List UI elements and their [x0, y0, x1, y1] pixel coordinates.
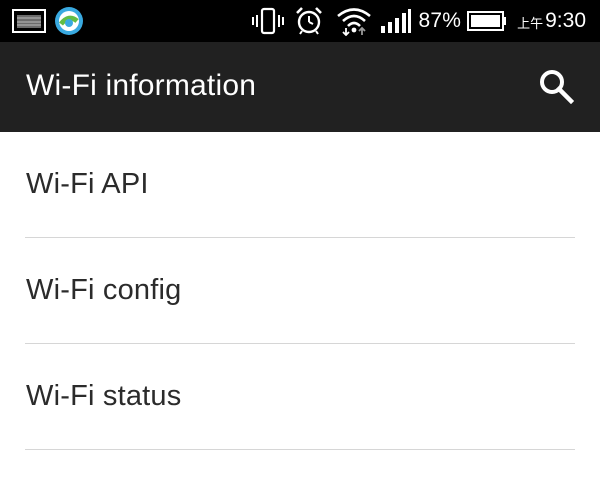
app-circle-icon	[54, 6, 84, 36]
clock-prefix: 上午	[517, 16, 544, 31]
list-item-label: Wi-Fi API	[26, 168, 149, 200]
divider	[25, 449, 575, 450]
list-item-label: Wi-Fi config	[26, 274, 182, 306]
alarm-clock-icon	[294, 6, 324, 36]
search-button[interactable]	[536, 66, 576, 106]
list-item-label: Wi-Fi status	[26, 380, 182, 412]
status-bar-right: 87% 上午9:30	[252, 6, 586, 36]
search-icon	[538, 68, 574, 104]
clock-time: 9:30	[545, 9, 586, 32]
list-item-wifi-api[interactable]: Wi-Fi API	[0, 132, 600, 238]
cell-signal-icon	[380, 8, 412, 34]
list-item-wifi-status[interactable]: Wi-Fi status	[0, 344, 600, 450]
status-bar: 87% 上午9:30	[0, 0, 600, 42]
status-bar-left	[12, 6, 84, 36]
app-bar: Wi-Fi information	[0, 42, 600, 132]
wifi-data-icon	[336, 6, 372, 36]
menu-list: Wi-Fi API Wi-Fi config Wi-Fi status	[0, 132, 600, 450]
page-title: Wi-Fi information	[26, 69, 257, 102]
list-item-wifi-config[interactable]: Wi-Fi config	[0, 238, 600, 344]
battery-percent: 87%	[418, 9, 462, 32]
battery-icon	[467, 11, 507, 31]
vibrate-icon	[252, 7, 285, 35]
status-clock: 上午9:30	[517, 9, 586, 33]
notification-image-icon	[12, 9, 46, 33]
